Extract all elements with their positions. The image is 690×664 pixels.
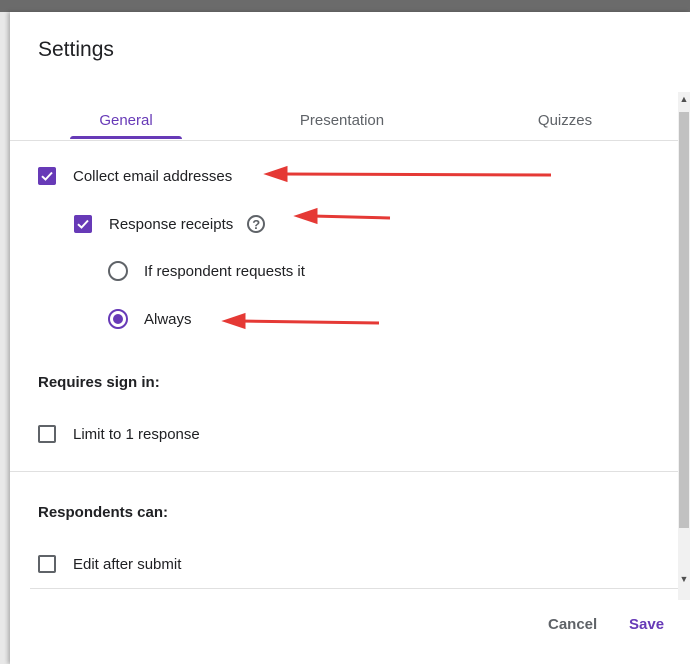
arrow-response-receipts xyxy=(293,207,391,225)
arrow-collect-email xyxy=(263,165,552,183)
annotation-arrows xyxy=(221,165,552,330)
arrow-always xyxy=(221,312,380,330)
